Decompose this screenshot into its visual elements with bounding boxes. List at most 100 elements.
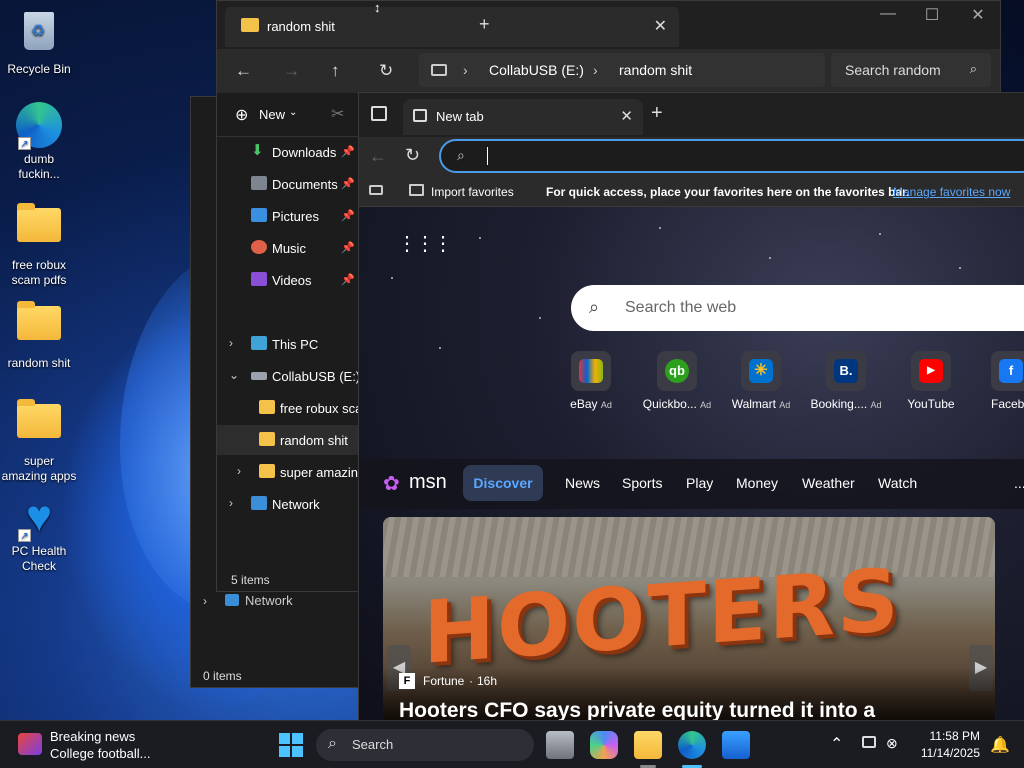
ad-badge: Ad (870, 400, 882, 410)
news-age: 16h (477, 674, 498, 688)
nav-item-folder-apps[interactable]: › super amazing (217, 457, 365, 487)
ad-badge: Ad (779, 400, 791, 410)
clock-time[interactable]: 11:58 PM (918, 729, 980, 743)
news-hero-card[interactable]: HOOTERS ◀ ▶ F Fortune · 16h Hooters CFO … (383, 517, 995, 721)
quicklink-ebay[interactable]: eBay Ad (551, 351, 631, 411)
address-bar-input[interactable]: ⌕ (439, 139, 1024, 173)
nav-item-this-pc[interactable]: › This PC (217, 329, 362, 359)
desktop-icon-folder-apps[interactable]: super amazing apps (0, 396, 78, 484)
nav-item-downloads[interactable]: ⬇ Downloads 📌 (217, 137, 362, 167)
breadcrumb-folder[interactable]: random shit (619, 62, 692, 78)
network-status-icon[interactable] (862, 736, 876, 748)
tab-discover[interactable]: Discover (463, 465, 543, 501)
cut-icon[interactable]: ✂ (331, 104, 344, 124)
close-tab-icon[interactable]: ✕ (654, 16, 667, 36)
desktop-icon-recycle-bin[interactable]: ♻ Recycle Bin (0, 8, 78, 77)
close-button[interactable]: ✕ (955, 5, 1001, 25)
explorer-tab[interactable]: random shit ✕ (225, 7, 679, 47)
edge-tabbar: New tab ✕ + (359, 93, 1024, 137)
breadcrumb[interactable]: › CollabUSB (E:) › random shit (419, 53, 825, 87)
copilot-icon[interactable] (590, 731, 618, 759)
explorer-search-input[interactable]: Search random ⌕ (831, 53, 991, 87)
import-favorites-button[interactable]: Import favorites (431, 185, 514, 199)
chevron-right-icon[interactable]: › (203, 594, 207, 608)
explorer-address-bar: ← → ↑ ↻ › CollabUSB (E:) › random shit S… (217, 49, 1000, 93)
quicklink-walmart[interactable]: ✳ Walmart Ad (721, 351, 801, 411)
start-button[interactable] (277, 731, 305, 759)
clock-date[interactable]: 11/14/2025 (908, 746, 980, 760)
new-tab-button[interactable]: + (651, 102, 663, 125)
collections-icon[interactable] (369, 185, 383, 195)
nav-item-videos[interactable]: Videos 📌 (217, 265, 362, 295)
maximize-button[interactable]: ☐ (909, 5, 955, 25)
nav-item-label: Downloads (272, 145, 337, 160)
desktop-icon-edge-shortcut[interactable]: ↗ dumb fuckin... (0, 102, 78, 182)
edge-tab-new-tab[interactable]: New tab ✕ (403, 99, 643, 135)
store-icon[interactable] (722, 731, 750, 759)
back-arrow-icon[interactable]: ← (369, 146, 387, 167)
forward-arrow-icon[interactable]: → (283, 61, 300, 81)
chevron-right-icon[interactable]: › (237, 464, 241, 478)
refresh-icon[interactable]: ↻ (379, 61, 393, 81)
quicklink-youtube[interactable]: ▶ YouTube (891, 351, 971, 411)
tab-play[interactable]: Play (686, 475, 713, 491)
tab-money[interactable]: Money (736, 475, 778, 491)
tab-actions-icon[interactable] (371, 106, 387, 121)
up-arrow-icon[interactable]: ↑ (331, 61, 340, 81)
tab-title: random shit (267, 19, 335, 34)
volume-muted-icon[interactable]: ⊗ (886, 735, 898, 752)
taskbar-search[interactable]: ⌕ Search (316, 729, 534, 761)
nav-item-drive[interactable]: ⌄ CollabUSB (E:) (217, 361, 362, 391)
news-widget-title[interactable]: Breaking news (50, 729, 135, 744)
refresh-icon[interactable]: ↻ (405, 145, 420, 166)
chevron-right-icon[interactable]: › (229, 496, 233, 510)
tab-watch[interactable]: Watch (878, 475, 917, 491)
back-arrow-icon[interactable]: ← (235, 61, 252, 81)
apps-grid-icon[interactable]: ⋮⋮⋮ (397, 231, 453, 256)
nav-item-music[interactable]: Music 📌 (217, 233, 362, 263)
tab-news[interactable]: News (565, 475, 600, 491)
desktop-icon-folder-robux[interactable]: free robux scam pdfs (0, 200, 78, 288)
chevron-up-icon[interactable]: ⌃ (830, 734, 843, 754)
news-widget-subtitle[interactable]: College football... (50, 746, 150, 761)
quicklink-label: Walmart (731, 397, 776, 411)
nav-item-documents[interactable]: Documents 📌 (217, 169, 362, 199)
nav-network-label[interactable]: Network (245, 593, 293, 608)
edge-window[interactable]: New tab ✕ + ← ↻ ⌕ Import favorites For q… (358, 92, 1024, 721)
task-view-icon[interactable] (546, 731, 574, 759)
tab-sports[interactable]: Sports (622, 475, 662, 491)
document-icon (251, 176, 267, 190)
nav-item-folder-random[interactable]: random shit (217, 425, 362, 455)
quicklink-booking[interactable]: B. Booking.... Ad (806, 351, 886, 411)
nav-item-pictures[interactable]: Pictures 📌 (217, 201, 362, 231)
nav-item-label: Music (272, 241, 306, 256)
close-tab-icon[interactable]: ✕ (620, 107, 633, 125)
quicklink-quickbooks[interactable]: qb Quickbo... Ad (637, 351, 717, 411)
music-icon (251, 240, 267, 254)
desktop-icon-folder-random[interactable]: random shit (0, 298, 78, 371)
notifications-icon[interactable]: 🔔 (990, 735, 1010, 755)
edge-taskbar-icon[interactable] (678, 731, 706, 759)
chevron-down-icon[interactable]: ⌄ (229, 368, 239, 382)
news-headline[interactable]: Hooters CFO says private equity turned i… (399, 699, 875, 721)
minimize-button[interactable]: — (865, 5, 911, 23)
manage-favorites-link[interactable]: Manage favorites now (893, 185, 1010, 199)
drive-icon (251, 372, 267, 380)
more-menu-icon[interactable]: ... (1014, 475, 1024, 491)
desktop-icon-pc-health[interactable]: ♥ ↗ PC Health Check (0, 494, 78, 574)
new-tab-button[interactable]: + (479, 14, 490, 35)
videos-icon (251, 272, 267, 286)
breadcrumb-drive[interactable]: CollabUSB (E:) (489, 62, 584, 78)
web-search-input[interactable]: ⌕ Search the web (571, 285, 1024, 331)
news-widget-icon[interactable] (18, 733, 42, 755)
network-icon (225, 594, 239, 606)
desktop-icon-label: random shit (7, 356, 71, 370)
chevron-right-icon[interactable]: › (229, 336, 233, 350)
nav-item-folder-robux[interactable]: free robux scam (217, 393, 373, 423)
quicklink-facebook[interactable]: f Facebo (971, 351, 1024, 411)
file-explorer-taskbar-icon[interactable] (634, 731, 662, 759)
new-button[interactable]: New (259, 107, 285, 122)
nav-item-network[interactable]: › Network (217, 489, 362, 519)
import-icon (409, 184, 424, 196)
tab-weather[interactable]: Weather (802, 475, 855, 491)
